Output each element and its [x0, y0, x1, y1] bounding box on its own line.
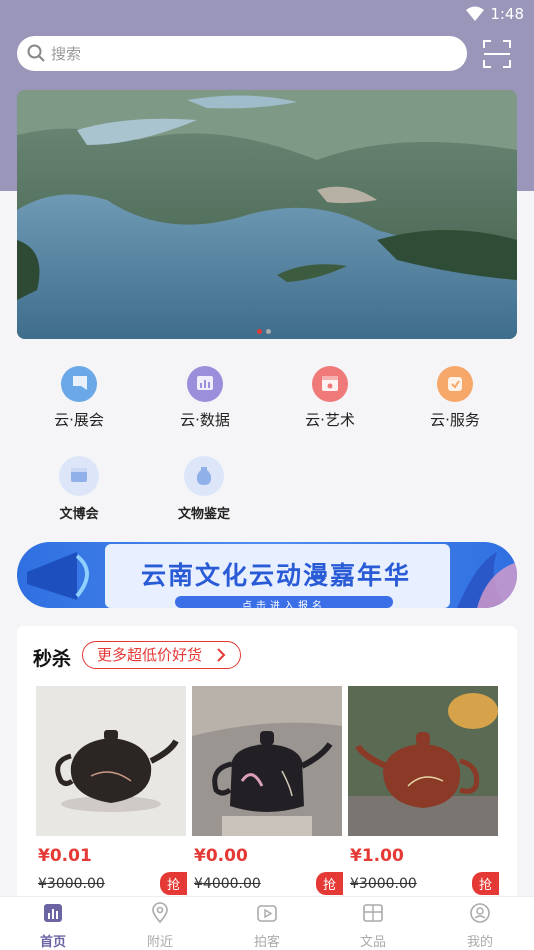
- video-play-icon: [257, 905, 277, 922]
- chevron-right-icon: [217, 648, 226, 662]
- quick-link-expo[interactable]: 文博会: [29, 456, 129, 522]
- quick-link-label: 云·服务: [430, 411, 480, 429]
- flash-sale-card: 秒杀 更多超低价好货 ¥0.01 ¥3000.00 抢 ¥0.00 ¥4000.…: [17, 626, 517, 926]
- more-deals-button[interactable]: 更多超低价好货: [82, 641, 242, 669]
- product-card[interactable]: ¥1.00 ¥3000.00 抢: [348, 686, 499, 895]
- location-icon: [152, 902, 168, 924]
- profile-icon: [470, 903, 490, 923]
- product-price: ¥0.00: [194, 846, 248, 866]
- quick-link-data[interactable]: 云·数据: [155, 366, 255, 430]
- quick-link-service[interactable]: 云·服务: [405, 366, 505, 430]
- service-icon: [437, 366, 473, 402]
- product-card[interactable]: ¥0.00 ¥4000.00 抢: [192, 686, 343, 895]
- wifi-icon: [466, 6, 484, 21]
- exhibition-icon: [61, 366, 97, 402]
- product-original-price: ¥3000.00: [350, 876, 417, 892]
- grab-button[interactable]: 抢: [159, 872, 187, 895]
- tab-products[interactable]: 文品: [320, 900, 426, 950]
- tab-profile[interactable]: 我的: [427, 900, 533, 950]
- status-time: 1:48: [490, 5, 524, 23]
- status-bar: 1:48: [0, 0, 534, 28]
- grab-button[interactable]: 抢: [315, 872, 343, 895]
- carousel-dot: [266, 329, 271, 334]
- tab-nearby[interactable]: 附近: [107, 900, 213, 950]
- tab-label: 附近: [146, 935, 173, 950]
- product-image: [348, 686, 498, 836]
- shop-icon: [363, 904, 383, 922]
- scan-icon[interactable]: [482, 39, 512, 69]
- promo-subtitle: 点击进入报名: [242, 601, 326, 608]
- tab-vlog[interactable]: 拍客: [214, 900, 320, 950]
- product-original-price: ¥3000.00: [38, 876, 105, 892]
- search-input[interactable]: [51, 36, 451, 71]
- tab-label: 文品: [359, 935, 386, 950]
- search-icon: [27, 44, 45, 62]
- expo-icon: [59, 456, 99, 496]
- product-price: ¥1.00: [350, 846, 404, 866]
- flash-sale-title: 秒杀: [33, 648, 72, 670]
- tab-label: 我的: [466, 935, 493, 950]
- product-original-price: ¥4000.00: [194, 876, 261, 892]
- banner-carousel[interactable]: [17, 90, 517, 339]
- quick-link-art[interactable]: 云·艺术: [280, 366, 380, 430]
- promo-banner[interactable]: 云南文化云动漫嘉年华 点击进入报名: [17, 542, 517, 608]
- more-deals-label: 更多超低价好货: [97, 646, 203, 664]
- product-card[interactable]: ¥0.01 ¥3000.00 抢: [36, 686, 187, 895]
- quick-link-label: 云·数据: [180, 411, 230, 429]
- product-image: [36, 686, 186, 836]
- data-chart-icon: [187, 366, 223, 402]
- quick-link-label: 文物鉴定: [177, 507, 230, 522]
- quick-link-appraisal[interactable]: 文物鉴定: [154, 456, 254, 522]
- home-chart-icon: [44, 904, 62, 922]
- product-price: ¥0.01: [38, 846, 92, 866]
- tab-label: 拍客: [253, 935, 280, 950]
- tab-home[interactable]: 首页: [0, 900, 106, 950]
- vase-icon: [184, 456, 224, 496]
- product-image: [192, 686, 342, 836]
- quick-link-exhibition[interactable]: 云·展会: [29, 366, 129, 430]
- bottom-tab-bar: 首页 附近 拍客 文品 我的: [0, 896, 534, 950]
- promo-title: 云南文化云动漫嘉年华: [140, 561, 411, 590]
- quick-link-label: 云·展会: [54, 411, 104, 429]
- search-bar[interactable]: [17, 36, 467, 71]
- carousel-indicator: [257, 319, 275, 338]
- art-gallery-icon: [312, 366, 348, 402]
- quick-link-label: 云·艺术: [305, 411, 355, 429]
- tab-label: 首页: [39, 935, 66, 950]
- quick-link-label: 文博会: [59, 507, 99, 522]
- carousel-dot: [257, 329, 262, 334]
- banner-lake-image: [17, 90, 517, 339]
- grab-button[interactable]: 抢: [471, 872, 499, 895]
